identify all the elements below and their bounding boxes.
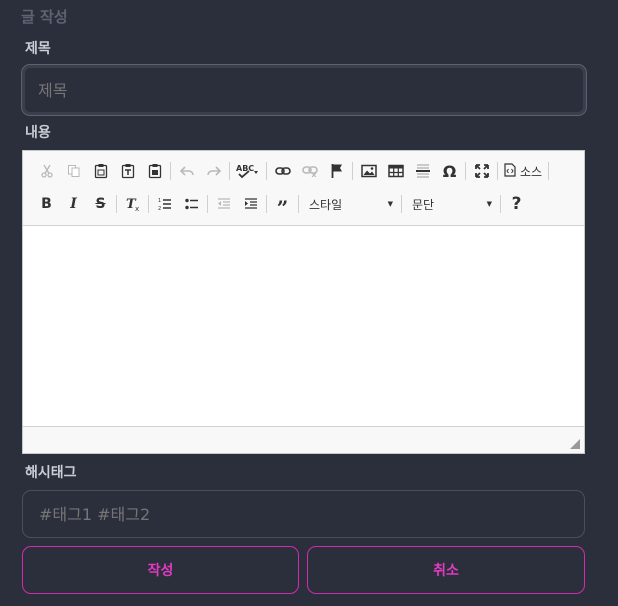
content-label: 내용 bbox=[25, 125, 51, 141]
special-char-icon[interactable]: Ω bbox=[436, 159, 463, 183]
svg-text:ABC: ABC bbox=[236, 164, 254, 173]
blockquote-icon[interactable]: ” bbox=[269, 192, 296, 220]
svg-text:1: 1 bbox=[158, 198, 161, 204]
strike-icon[interactable]: S bbox=[87, 192, 114, 216]
toolbar-separator bbox=[266, 162, 267, 180]
toolbar-separator bbox=[298, 195, 299, 213]
style-combo-label: 스타일 bbox=[309, 197, 343, 212]
link-icon[interactable] bbox=[269, 159, 296, 183]
help-icon[interactable]: ? bbox=[503, 192, 530, 216]
indent-icon[interactable] bbox=[237, 192, 264, 216]
paste-text-icon[interactable] bbox=[114, 159, 141, 183]
source-icon bbox=[504, 162, 516, 180]
editor-toolbar: ABC Ω 소스 B I S T x 1 2 ” 스타일 ▼ 문단 ▼ ? bbox=[23, 151, 584, 226]
chevron-down-icon: ▼ bbox=[486, 200, 492, 208]
submit-button[interactable]: 작성 bbox=[22, 546, 299, 594]
table-icon[interactable] bbox=[382, 159, 409, 183]
toolbar-separator bbox=[207, 195, 208, 213]
rich-text-editor: ABC Ω 소스 B I S T x 1 2 ” 스타일 ▼ 문단 ▼ ? bbox=[22, 150, 585, 454]
title-input[interactable] bbox=[21, 64, 587, 116]
svg-text:x: x bbox=[135, 205, 139, 212]
unlink-icon[interactable] bbox=[296, 159, 323, 183]
cancel-button[interactable]: 취소 bbox=[307, 546, 585, 594]
chevron-down-icon: ▼ bbox=[387, 200, 393, 208]
remove-format-icon[interactable]: Tx bbox=[119, 192, 146, 216]
anchor-icon[interactable] bbox=[323, 159, 350, 183]
toolbar-separator bbox=[148, 195, 149, 213]
toolbar-row-1: ABC Ω 소스 bbox=[33, 159, 551, 183]
spellcheck-icon[interactable]: ABC bbox=[232, 159, 264, 183]
toolbar-separator bbox=[170, 162, 171, 180]
redo-icon[interactable] bbox=[200, 159, 227, 183]
bulleted-list-icon[interactable] bbox=[178, 192, 205, 216]
numbered-list-icon[interactable]: 12 bbox=[151, 192, 178, 216]
toolbar-separator bbox=[266, 195, 267, 213]
editor-content-area[interactable] bbox=[23, 226, 584, 427]
toolbar-row-2: B I S Tx 12 ” 스타일 ▼ 문단 ▼ ? bbox=[33, 192, 530, 220]
toolbar-separator bbox=[229, 162, 230, 180]
title-label: 제목 bbox=[25, 41, 51, 57]
toolbar-separator bbox=[465, 162, 466, 180]
source-button[interactable]: 소스 bbox=[500, 159, 546, 183]
style-combo[interactable]: 스타일 ▼ bbox=[301, 192, 399, 216]
horizontal-rule-icon[interactable] bbox=[409, 159, 436, 183]
undo-icon[interactable] bbox=[173, 159, 200, 183]
format-combo-label: 문단 bbox=[412, 197, 435, 212]
toolbar-separator bbox=[401, 195, 402, 213]
italic-icon[interactable]: I bbox=[60, 192, 87, 216]
source-label: 소스 bbox=[520, 164, 543, 179]
bold-icon[interactable]: B bbox=[33, 192, 60, 216]
paste-icon[interactable] bbox=[87, 159, 114, 183]
resize-grip-icon[interactable] bbox=[570, 439, 580, 449]
image-icon[interactable] bbox=[355, 159, 382, 183]
tags-label: 해시태그 bbox=[25, 465, 77, 481]
svg-text:2: 2 bbox=[158, 206, 161, 211]
editor-statusbar bbox=[23, 426, 584, 453]
format-combo[interactable]: 문단 ▼ bbox=[404, 192, 498, 216]
toolbar-separator bbox=[116, 195, 117, 213]
page-heading: 글 작성 bbox=[21, 8, 68, 26]
copy-icon[interactable] bbox=[60, 159, 87, 183]
toolbar-separator bbox=[497, 162, 498, 180]
maximize-icon[interactable] bbox=[468, 159, 495, 183]
paste-word-icon[interactable] bbox=[141, 159, 168, 183]
cut-icon[interactable] bbox=[33, 159, 60, 183]
toolbar-separator bbox=[352, 162, 353, 180]
outdent-icon[interactable] bbox=[210, 192, 237, 216]
toolbar-separator bbox=[500, 195, 501, 213]
tags-input[interactable] bbox=[22, 490, 585, 538]
toolbar-separator bbox=[548, 162, 550, 180]
